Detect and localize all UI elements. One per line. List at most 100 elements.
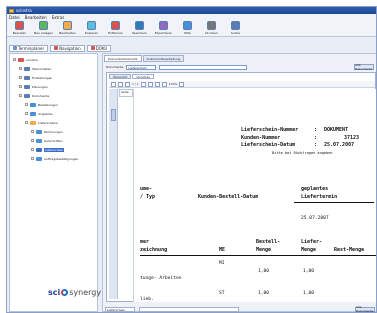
- tab-vorschau[interactable]: Vorschau: [132, 74, 155, 79]
- search-icon[interactable]: [179, 81, 185, 87]
- status-input[interactable]: [139, 306, 239, 312]
- menu-extras[interactable]: Extras: [52, 15, 65, 20]
- tab-navigation[interactable]: Navigation: [50, 44, 85, 52]
- tree-item[interactable]: Angebote: [25, 111, 52, 116]
- folder-icon: [30, 120, 36, 125]
- toolbar-button-3[interactable]: Kopieren: [80, 20, 103, 36]
- tree-item-label: Gutschriften: [44, 138, 63, 143]
- tree-item[interactable]: Lieferscheine: [25, 120, 58, 125]
- tree-item-label: Planungen: [32, 84, 48, 89]
- expand-toggle-icon[interactable]: [19, 76, 22, 79]
- filter-select[interactable]: Lieferschein: [126, 64, 157, 70]
- row2-bestell: 1,00: [258, 291, 270, 296]
- app-icon: [9, 8, 14, 13]
- header-rule: [294, 202, 374, 203]
- thumbnails-toggle[interactable]: [111, 109, 116, 121]
- delete-icon: [111, 21, 120, 30]
- all-documents-button[interactable]: Alle Dokumente: [354, 63, 374, 71]
- expand-toggle-icon[interactable]: [31, 148, 34, 151]
- expand-toggle-icon[interactable]: [25, 121, 28, 124]
- tab-dokumentuebersicht[interactable]: Dokumentübersicht: [104, 55, 142, 62]
- tree-item[interactable]: Einstellungen: [19, 75, 52, 80]
- tree-item-label: Stammdaten: [32, 66, 52, 71]
- expand-toggle-icon[interactable]: [25, 103, 28, 106]
- tree-item[interactable]: Dokumente: [19, 93, 49, 98]
- logo-text-right: synergy: [69, 288, 102, 297]
- zoom-out-icon[interactable]: [161, 81, 167, 87]
- status-all-documents-button[interactable]: Alle Dokumente: [355, 305, 375, 312]
- expand-toggle-icon[interactable]: [19, 67, 22, 70]
- expand-toggle-icon[interactable]: [31, 130, 34, 133]
- previous-page-icon[interactable]: [125, 81, 130, 87]
- folder-icon: [24, 66, 30, 71]
- row1-liefer: 1,00: [303, 269, 315, 274]
- tab-dokumentbearbeitung[interactable]: Dokumentbearbeitung: [142, 55, 185, 62]
- search-icon: [231, 21, 240, 30]
- col-liefertermin: Liefertermin: [301, 194, 338, 200]
- toolbar-button-1[interactable]: Neu anlegen: [32, 20, 55, 36]
- header-colon-1: :: [314, 127, 318, 133]
- status-field[interactable]: Lieferschein: [105, 306, 135, 312]
- tree-item[interactable]: Planungen: [19, 84, 48, 89]
- th-me: ME: [219, 247, 226, 253]
- thumbnail-panel: Seite: [119, 89, 133, 97]
- toolbar-button-8[interactable]: Drucken: [200, 20, 223, 36]
- expand-toggle-icon[interactable]: [31, 157, 34, 160]
- header-value-1: DOKUMENT: [324, 127, 349, 133]
- toolbar-label: Hilfe: [184, 31, 191, 35]
- toolbar-button-6[interactable]: Exportieren: [152, 20, 175, 36]
- expand-toggle-icon[interactable]: [25, 112, 28, 115]
- document-page: Lieferschein-Nummer : DOKUMENT Kunden-Nu…: [133, 89, 376, 302]
- zoom-in-icon[interactable]: [154, 81, 160, 87]
- expand-toggle-icon[interactable]: [31, 139, 34, 142]
- tree-item-label: Angebote: [38, 111, 53, 116]
- application-window: scinstra Datei Bearbeiten Extras Beenden…: [6, 6, 377, 313]
- tree-item[interactable]: Bestellungen: [25, 102, 58, 107]
- tree-item-label: Lieferschein: [44, 147, 65, 152]
- tree-item[interactable]: Rechnungen: [31, 129, 63, 134]
- next-page-icon[interactable]: [140, 81, 146, 87]
- detail-subtabs: Dokumentübersicht Dokumentbearbeitung: [104, 55, 185, 62]
- filter-input[interactable]: [159, 64, 248, 70]
- tab-terminplaner[interactable]: Terminplaner: [9, 44, 49, 52]
- toolbar-button-2[interactable]: Bearbeiten: [56, 20, 79, 36]
- expand-toggle-icon[interactable]: [13, 58, 16, 61]
- document-viewer: Übersicht Vorschau 1 / 1 100% Seite Lief…: [106, 72, 376, 302]
- delivery-date: 25.07.2007: [301, 216, 329, 221]
- tree-item[interactable]: scinstra: [13, 57, 38, 62]
- last-page-icon[interactable]: [147, 81, 153, 87]
- zoom-level[interactable]: 100%: [169, 82, 178, 86]
- tree-item[interactable]: Gutschriften: [31, 138, 63, 143]
- navigation-tree: scinstra Stammdaten Einstellungen Planungen…: [9, 53, 102, 312]
- toolbar-label: Entfernen: [108, 31, 123, 35]
- th-bestell-2: Menge: [256, 247, 272, 253]
- toolbar-button-0[interactable]: Beenden: [8, 20, 31, 36]
- toolbar-button-9[interactable]: Suche: [224, 20, 247, 36]
- row1-bestell: 1,00: [258, 269, 270, 274]
- expand-toggle-icon[interactable]: [19, 85, 22, 88]
- print-icon[interactable]: [111, 81, 116, 87]
- viewer-toolbar: 1 / 1 100%: [109, 81, 375, 88]
- th-bezeichnung-1: mer: [140, 239, 150, 245]
- expand-toggle-icon[interactable]: [19, 94, 22, 97]
- tab-uebersicht[interactable]: Übersicht: [109, 74, 132, 79]
- tree-item[interactable]: Lieferschein: [31, 147, 65, 152]
- page-info: 1 / 1: [132, 82, 139, 86]
- menu-bearbeiten[interactable]: Bearbeiten: [25, 15, 47, 20]
- folder-icon: [36, 147, 42, 152]
- toolbar-label: Neu anlegen: [33, 31, 53, 35]
- title-bar: scinstra: [7, 7, 376, 14]
- toolbar-button-7[interactable]: Hilfe: [176, 20, 199, 36]
- toolbar-button-5[interactable]: Speichern: [128, 20, 151, 36]
- th-bestell-1: Bestell-: [256, 239, 281, 245]
- print-icon: [207, 21, 216, 30]
- tab-label: Navigation: [59, 45, 81, 51]
- tree-item[interactable]: Stammdaten: [19, 66, 51, 71]
- toolbar-button-4[interactable]: Entfernen: [104, 20, 127, 36]
- folder-icon: [30, 111, 36, 116]
- tab-doku[interactable]: DOKU: [86, 44, 112, 52]
- first-page-icon[interactable]: [118, 81, 123, 87]
- tab-label: Terminplaner: [18, 45, 45, 51]
- menu-datei[interactable]: Datei: [9, 15, 20, 20]
- tree-item[interactable]: Auftragsbestätigungen: [31, 156, 78, 161]
